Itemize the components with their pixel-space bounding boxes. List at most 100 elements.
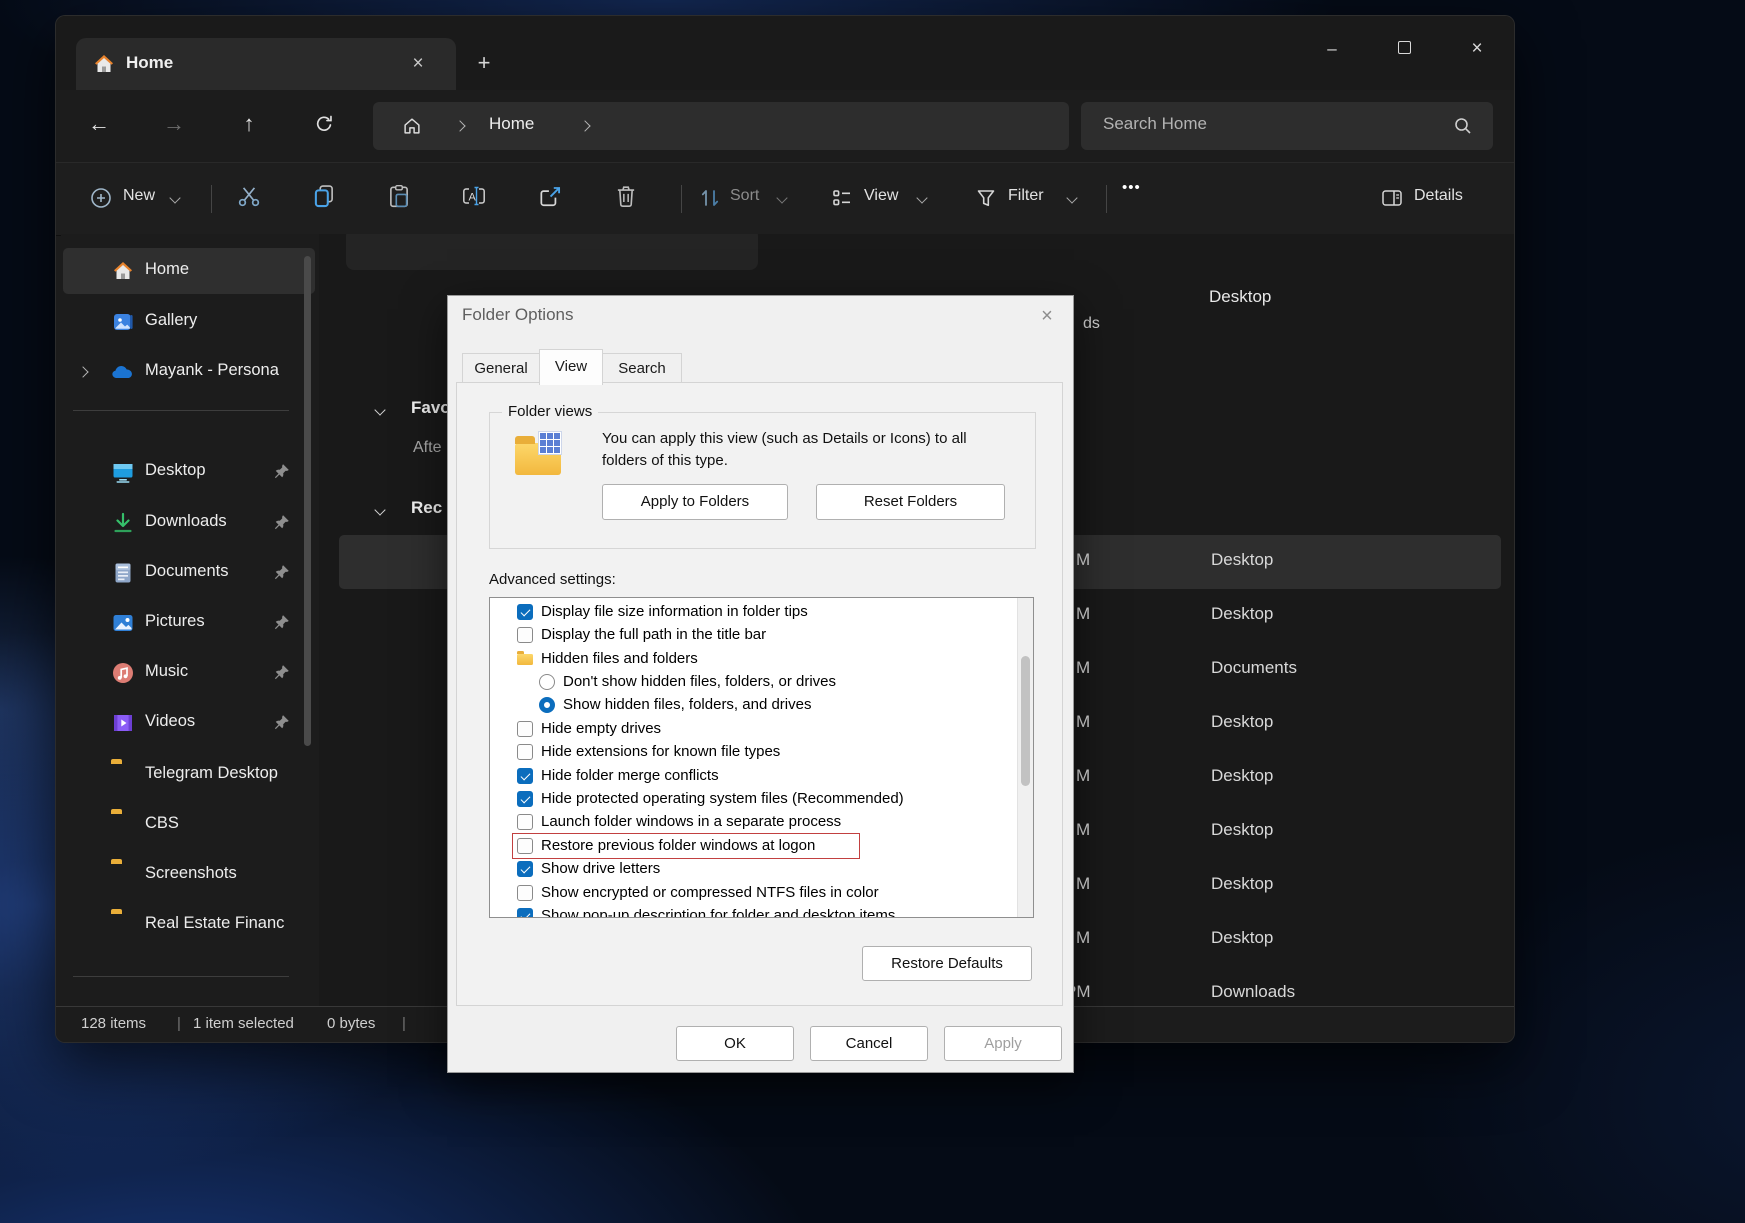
sidebar-item-documents[interactable]: Documents <box>63 550 315 596</box>
sidebar-item-videos[interactable]: Videos <box>63 700 315 746</box>
close-button[interactable]: × <box>1454 30 1500 68</box>
apply-button[interactable]: Apply <box>944 1026 1062 1061</box>
file-time-fragment: M <box>1076 550 1090 570</box>
tab-label: Search <box>618 360 666 377</box>
setting-label: Launch folder windows in a separate proc… <box>541 813 841 830</box>
tab-close-button[interactable]: × <box>404 50 432 78</box>
setting-row[interactable]: Hide folder merge conflicts <box>490 766 1010 789</box>
pin-icon <box>273 714 290 731</box>
tab-search[interactable]: Search <box>602 353 682 384</box>
setting-row[interactable]: Hide extensions for known file types <box>490 742 1010 765</box>
copy-icon[interactable] <box>311 183 337 209</box>
sidebar-item-real-estate[interactable]: Real Estate Financ <box>63 902 315 948</box>
list-scrollbar[interactable] <box>1017 598 1033 917</box>
onedrive-cloud-icon <box>111 360 135 384</box>
section-collapse-icon[interactable] <box>374 404 385 415</box>
checkbox-checked-icon[interactable] <box>517 791 533 807</box>
ok-button[interactable]: OK <box>676 1026 794 1061</box>
toolbar-divider <box>681 185 682 213</box>
sidebar-item-telegram-desktop[interactable]: Telegram Desktop <box>63 752 315 798</box>
checkbox-unchecked-icon[interactable] <box>517 814 533 830</box>
reset-folders-button[interactable]: Reset Folders <box>816 484 1005 520</box>
file-time-fragment: M <box>1076 820 1090 840</box>
setting-group-row[interactable]: Hidden files and folders <box>490 649 1010 672</box>
share-icon[interactable] <box>537 183 563 209</box>
folder-tile[interactable] <box>346 234 758 270</box>
setting-row[interactable]: Show encrypted or compressed NTFS files … <box>490 883 1010 906</box>
new-tab-button[interactable]: + <box>468 48 500 80</box>
search-box[interactable]: Search Home <box>1081 102 1493 150</box>
tab-home[interactable]: Home × <box>76 38 456 90</box>
breadcrumb-item-home[interactable]: Home <box>489 114 534 134</box>
breadcrumb[interactable]: Home <box>373 102 1069 150</box>
section-collapse-icon[interactable] <box>374 504 385 515</box>
tab-general[interactable]: General <box>462 353 540 384</box>
more-options-button[interactable]: ••• <box>1122 179 1141 196</box>
grid-view-icon <box>538 431 562 455</box>
sidebar-item-onedrive[interactable]: Mayank - Persona <box>63 349 315 395</box>
radio-selected-icon[interactable] <box>539 697 555 713</box>
view-button[interactable]: View <box>824 175 938 221</box>
delete-icon[interactable] <box>613 183 639 209</box>
checkbox-unchecked-icon[interactable] <box>517 721 533 737</box>
sidebar-scrollbar[interactable] <box>304 256 311 746</box>
tab-view[interactable]: View <box>539 349 603 385</box>
cut-icon[interactable] <box>236 183 262 209</box>
details-pane-button[interactable]: Details <box>1374 175 1496 221</box>
file-time-fragment: M <box>1076 766 1090 786</box>
sidebar-item-home[interactable]: Home <box>63 248 315 294</box>
setting-row[interactable]: Show drive letters <box>490 859 1010 882</box>
filter-button[interactable]: Filter <box>968 175 1088 221</box>
setting-row[interactable]: Don't show hidden files, folders, or dri… <box>490 672 1010 695</box>
restore-defaults-button[interactable]: Restore Defaults <box>862 946 1032 981</box>
setting-row[interactable]: Display file size information in folder … <box>490 602 1010 625</box>
expand-chevron-icon[interactable] <box>77 366 88 377</box>
checkbox-checked-icon[interactable] <box>517 908 533 918</box>
paste-icon[interactable] <box>386 183 412 209</box>
sidebar-item-gallery[interactable]: Gallery <box>63 299 315 345</box>
maximize-button[interactable] <box>1381 30 1427 68</box>
scrollbar-thumb[interactable] <box>1021 656 1030 786</box>
checkbox-unchecked-icon[interactable] <box>517 627 533 643</box>
sidebar-item-label: Desktop <box>145 461 206 480</box>
minimize-button[interactable]: – <box>1309 30 1355 68</box>
folder-views-description-line1: You can apply this view (such as Details… <box>602 430 967 447</box>
checkbox-unchecked-icon[interactable] <box>517 744 533 760</box>
sidebar-item-downloads[interactable]: Downloads <box>63 500 315 546</box>
folder-icon <box>111 763 135 787</box>
sidebar-item-music[interactable]: Music <box>63 650 315 696</box>
setting-row[interactable]: Show pop-up description for folder and d… <box>490 906 1010 918</box>
rename-icon[interactable]: A <box>461 183 487 209</box>
apply-to-folders-button[interactable]: Apply to Folders <box>602 484 788 520</box>
checkbox-checked-icon[interactable] <box>517 861 533 877</box>
back-button[interactable]: ← <box>81 106 117 142</box>
sidebar-item-desktop[interactable]: Desktop <box>63 449 315 495</box>
setting-row[interactable]: Display the full path in the title bar <box>490 625 1010 648</box>
setting-row[interactable]: Show hidden files, folders, and drives <box>490 695 1010 718</box>
file-location: Desktop <box>1211 712 1273 732</box>
cancel-button[interactable]: Cancel <box>810 1026 928 1061</box>
checkbox-unchecked-icon[interactable] <box>517 885 533 901</box>
radio-unselected-icon[interactable] <box>539 674 555 690</box>
setting-row[interactable]: Launch folder windows in a separate proc… <box>490 812 1010 835</box>
refresh-button[interactable] <box>306 106 342 142</box>
setting-row[interactable]: Hide empty drives <box>490 719 1010 742</box>
setting-label: Hide folder merge conflicts <box>541 767 719 784</box>
search-icon[interactable] <box>1453 116 1473 136</box>
sidebar-item-label: Videos <box>145 712 195 731</box>
breadcrumb-chevron-icon <box>454 120 465 131</box>
advanced-settings-list[interactable]: Display file size information in folder … <box>489 597 1034 918</box>
checkbox-checked-icon[interactable] <box>517 604 533 620</box>
sidebar-item-screenshots[interactable]: Screenshots <box>63 852 315 898</box>
sort-button[interactable]: Sort <box>694 175 800 221</box>
sidebar-item-cbs[interactable]: CBS <box>63 802 315 848</box>
forward-button[interactable]: → <box>156 106 192 142</box>
checkbox-checked-icon[interactable] <box>517 768 533 784</box>
setting-row[interactable]: Hide protected operating system files (R… <box>490 789 1010 812</box>
dialog-close-button[interactable]: × <box>1034 303 1060 329</box>
pin-icon <box>273 514 290 531</box>
selection-size: 0 bytes <box>327 1015 375 1032</box>
new-button[interactable]: New <box>81 175 193 221</box>
up-button[interactable]: ↑ <box>231 106 267 142</box>
sidebar-item-pictures[interactable]: Pictures <box>63 600 315 646</box>
